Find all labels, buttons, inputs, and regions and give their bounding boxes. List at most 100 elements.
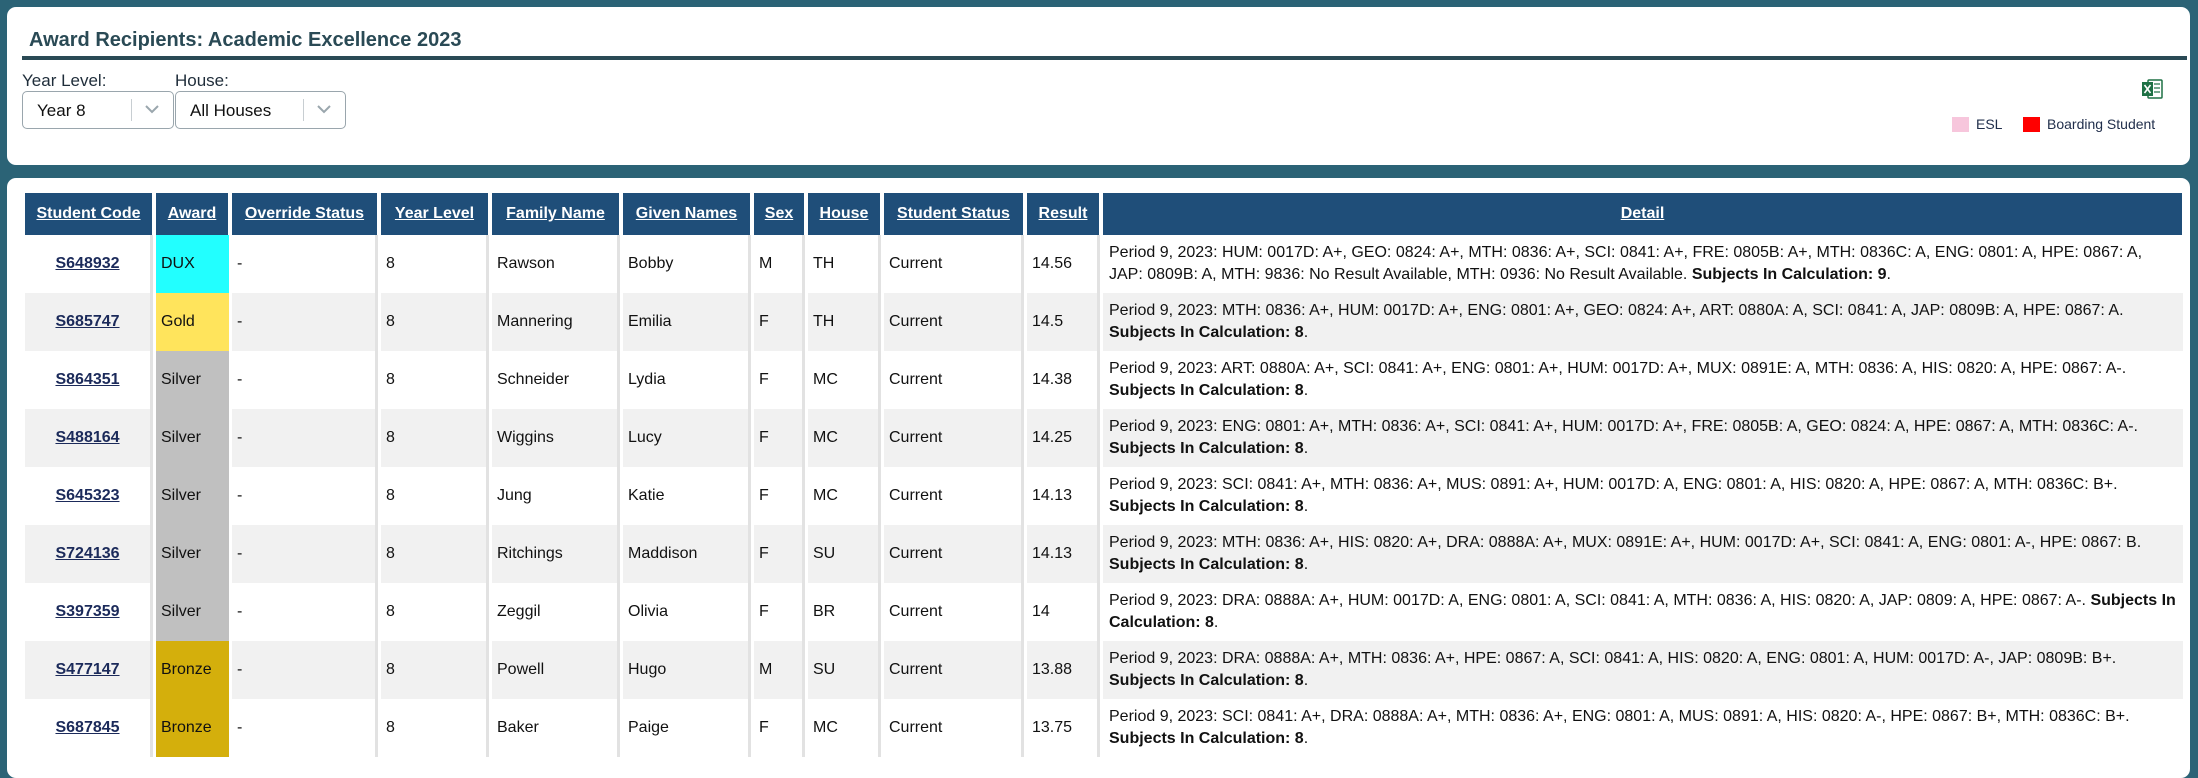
award-cell: Bronze: [156, 641, 229, 699]
result-cell: 14: [1027, 583, 1100, 641]
student-code-link[interactable]: S687845: [55, 719, 119, 736]
student-code-cell: S687845: [25, 699, 153, 757]
result-cell: 13.88: [1027, 641, 1100, 699]
result-cell: 14.25: [1027, 409, 1100, 467]
family-name-cell: Ritchings: [492, 525, 620, 583]
year-level-label: Year Level:: [22, 71, 107, 90]
house-cell: BR: [808, 583, 881, 641]
override-status-cell: -: [232, 293, 378, 351]
year-level-cell: 8: [381, 351, 489, 409]
given-names-cell: Paige: [623, 699, 751, 757]
student-code-cell: S648932: [25, 235, 153, 293]
given-names-cell: Olivia: [623, 583, 751, 641]
detail-text: Period 9, 2023: DRA: 0888A: A+, HUM: 001…: [1109, 592, 2086, 609]
student-code-link[interactable]: S864351: [55, 371, 119, 388]
subjects-count: Subjects In Calculation: 8: [1109, 324, 1304, 341]
given-names-cell: Emilia: [623, 293, 751, 351]
detail-cell: Period 9, 2023: ENG: 0801: A+, MTH: 0836…: [1103, 409, 2183, 467]
student-code-link[interactable]: S685747: [55, 313, 119, 330]
col-result[interactable]: Result: [1027, 193, 1100, 235]
year-level-cell: 8: [381, 467, 489, 525]
legend-esl: ESL: [1952, 116, 2002, 132]
select-separator: [131, 99, 132, 121]
chevron-down-icon[interactable]: [315, 100, 333, 118]
table-row: S724136 Silver -8 Ritchings Maddison F SU Curre…: [25, 525, 2183, 583]
result-cell: 14.38: [1027, 351, 1100, 409]
result-cell: 14.5: [1027, 293, 1100, 351]
house-cell: MC: [808, 409, 881, 467]
col-house[interactable]: House: [808, 193, 881, 235]
subjects-end: .: [1303, 556, 1309, 573]
detail-text: Period 9, 2023: HUM: 0017D: A+, GEO: 082…: [1109, 244, 2143, 283]
sex-cell: F: [754, 351, 805, 409]
override-status-cell: -: [232, 235, 378, 293]
sex-cell: F: [754, 409, 805, 467]
student-status-cell: Current: [884, 467, 1024, 525]
student-code-link[interactable]: S488164: [55, 429, 119, 446]
table-row: S687845 Bronze -8 Baker Paige F MC Current 13.75…: [25, 699, 2183, 757]
col-given-names[interactable]: Given Names: [623, 193, 751, 235]
student-code-cell: S397359: [25, 583, 153, 641]
house-cell: MC: [808, 699, 881, 757]
year-level-cell: 8: [381, 235, 489, 293]
detail-text: Period 9, 2023: DRA: 0888A: A+, MTH: 083…: [1109, 650, 2117, 667]
subjects-end: .: [1303, 324, 1309, 341]
subjects-end: .: [1213, 614, 1219, 631]
year-level-cell: 8: [381, 699, 489, 757]
col-sex[interactable]: Sex: [754, 193, 805, 235]
col-student-status[interactable]: Student Status: [884, 193, 1024, 235]
year-level-cell: 8: [381, 293, 489, 351]
subjects-count: Subjects In Calculation: 8: [1109, 730, 1304, 747]
select-separator: [303, 99, 304, 121]
student-code-link[interactable]: S648932: [55, 255, 119, 272]
sex-cell: F: [754, 699, 805, 757]
esl-label: ESL: [1976, 116, 2003, 132]
subjects-end: .: [1303, 498, 1309, 515]
student-code-link[interactable]: S397359: [55, 603, 119, 620]
subjects-count: Subjects In Calculation: 8: [1109, 498, 1304, 515]
student-code-cell: S864351: [25, 351, 153, 409]
year-level-select[interactable]: Year 8: [22, 91, 174, 129]
student-status-cell: Current: [884, 351, 1024, 409]
given-names-cell: Lucy: [623, 409, 751, 467]
detail-cell: Period 9, 2023: SCI: 0841: A+, MTH: 0836…: [1103, 467, 2183, 525]
col-award[interactable]: Award: [156, 193, 229, 235]
award-cell: Silver: [156, 351, 229, 409]
col-override-status[interactable]: Override Status: [232, 193, 378, 235]
sex-cell: M: [754, 641, 805, 699]
detail-cell: Period 9, 2023: MTH: 0836: A+, HUM: 0017…: [1103, 293, 2183, 351]
col-student-code[interactable]: Student Code: [25, 193, 153, 235]
col-detail[interactable]: Detail: [1103, 193, 2183, 235]
subjects-count: Subjects In Calculation: 8: [1109, 672, 1304, 689]
table-row: S488164 Silver -8 Wiggins Lucy F MC Current 14.2…: [25, 409, 2183, 467]
detail-text: Period 9, 2023: SCI: 0841: A+, MTH: 0836…: [1109, 476, 2118, 493]
award-cell: Silver: [156, 525, 229, 583]
table-header-row: Student Code Award Override Status Year …: [25, 193, 2183, 235]
house-select[interactable]: All Houses: [175, 91, 346, 129]
award-table: Student Code Award Override Status Year …: [22, 193, 2186, 757]
year-level-cell: 8: [381, 409, 489, 467]
col-family-name[interactable]: Family Name: [492, 193, 620, 235]
result-cell: 13.75: [1027, 699, 1100, 757]
student-code-link[interactable]: S724136: [55, 545, 119, 562]
esl-swatch: [1952, 116, 1969, 132]
award-cell: Gold: [156, 293, 229, 351]
chevron-down-icon[interactable]: [143, 100, 161, 118]
subjects-end: .: [1303, 440, 1309, 457]
house-value: All Houses: [190, 101, 272, 120]
student-status-cell: Current: [884, 699, 1024, 757]
subjects-end: .: [1886, 266, 1891, 283]
sex-cell: F: [754, 293, 805, 351]
excel-export-icon[interactable]: [2140, 77, 2164, 101]
detail-cell: Period 9, 2023: DRA: 0888A: A+, HUM: 001…: [1103, 583, 2183, 641]
col-year-level[interactable]: Year Level: [381, 193, 489, 235]
family-name-cell: Zeggil: [492, 583, 620, 641]
student-code-link[interactable]: S645323: [55, 487, 119, 504]
family-name-cell: Rawson: [492, 235, 620, 293]
table-row: S648932 DUX -8 Rawson Bobby M TH Current 14.56 Pe…: [25, 235, 2183, 293]
student-code-link[interactable]: S477147: [55, 661, 119, 678]
sex-cell: M: [754, 235, 805, 293]
subjects-count: Subjects In Calculation: 8: [1109, 440, 1304, 457]
detail-text: Period 9, 2023: MTH: 0836: A+, HUM: 0017…: [1109, 302, 2124, 319]
subjects-count: Subjects In Calculation: 9: [1691, 266, 1887, 283]
